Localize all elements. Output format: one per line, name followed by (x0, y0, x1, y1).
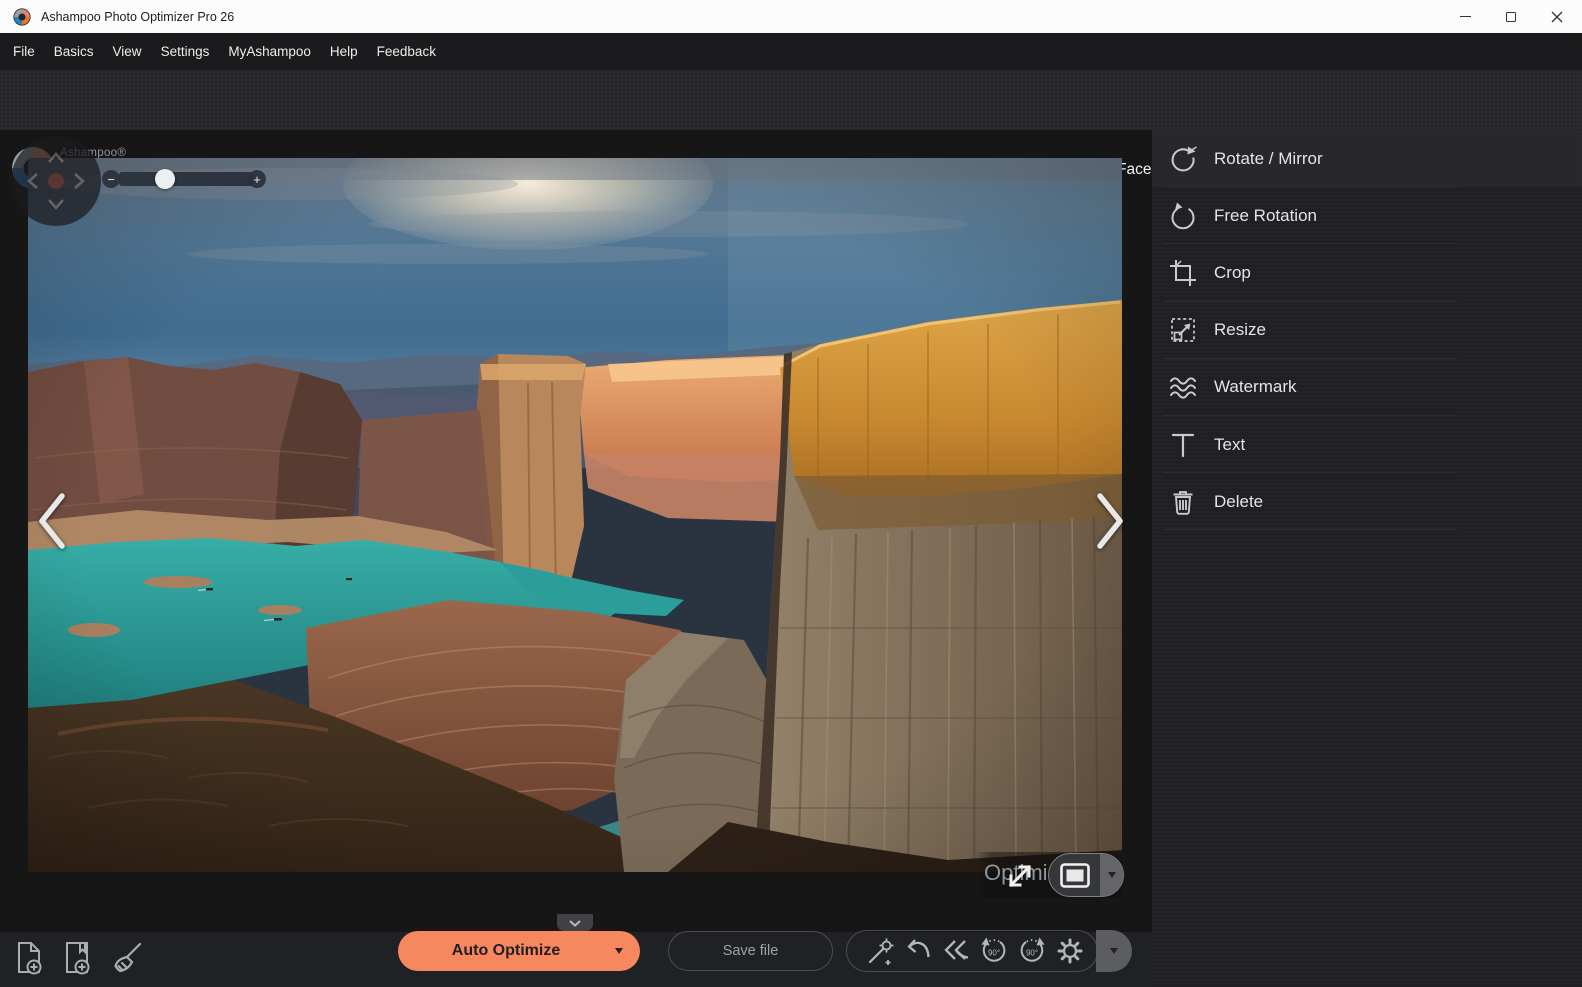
canyon-photo (28, 158, 1122, 872)
sidebar-item-free-rotation[interactable]: Free Rotation (1152, 187, 1582, 244)
sidebar-item-label: Rotate / Mirror (1214, 149, 1323, 169)
add-folder-button[interactable] (56, 935, 100, 981)
chevron-down-icon (568, 919, 582, 927)
compare-view-button[interactable] (1049, 854, 1100, 896)
sidebar-item-label: Text (1214, 435, 1245, 455)
tab-face[interactable]: Face (1117, 161, 1151, 179)
zoom-slider-track[interactable] (119, 172, 253, 186)
resize-icon (1167, 314, 1199, 346)
menu-view[interactable]: View (113, 44, 142, 59)
rotate-left-90-icon: 90° (978, 935, 1010, 967)
minimize-button[interactable] (1442, 0, 1488, 33)
zoom-in-label: + (253, 173, 261, 186)
app-header: Ashampoo® Photo Optimizer Pro 26 Favorit… (0, 70, 1582, 130)
sidebar-item-resize[interactable]: Resize (1152, 302, 1582, 359)
clean-list-button[interactable] (104, 935, 148, 981)
zoom-in-button[interactable]: + (248, 170, 266, 188)
add-file-button[interactable] (8, 935, 52, 981)
add-file-icon (12, 938, 48, 978)
sidebar-item-watermark[interactable]: Watermark (1152, 359, 1582, 416)
sidebar-item-label: Watermark (1214, 377, 1297, 397)
menu-feedback[interactable]: Feedback (377, 44, 436, 59)
undo-icon (903, 936, 933, 966)
menu-basics[interactable]: Basics (54, 44, 94, 59)
tools-sidebar: Rotate / Mirror Free Rotation Crop (1152, 130, 1582, 987)
edit-actions-group: 90° 90° (846, 930, 1098, 972)
sidebar-item-label: Delete (1214, 492, 1263, 512)
chevron-down-icon (1108, 872, 1116, 878)
app-window: Ashampoo Photo Optimizer Pro 26 File Bas… (0, 0, 1582, 987)
close-button[interactable] (1534, 0, 1580, 33)
minimize-icon (1460, 16, 1471, 17)
next-image-button[interactable] (1092, 492, 1126, 550)
undo-all-button[interactable] (937, 931, 975, 971)
pan-arrows-icon (11, 136, 101, 226)
sidebar-item-text[interactable]: Text (1152, 416, 1582, 473)
filmstrip-collapse-tab[interactable] (557, 914, 593, 931)
zoom-slider-thumb[interactable] (155, 169, 175, 189)
photo-canvas[interactable] (28, 158, 1122, 872)
chevron-right-icon (1092, 492, 1126, 550)
watermark-icon (1167, 371, 1199, 403)
magic-wand-button[interactable] (861, 931, 899, 971)
settings-button[interactable] (1051, 931, 1089, 971)
sidebar-item-label: Crop (1214, 263, 1251, 283)
previous-image-button[interactable] (36, 492, 70, 550)
chevron-down-icon (615, 948, 623, 954)
menu-file[interactable]: File (13, 44, 35, 59)
clean-list-icon (107, 939, 145, 977)
window-title: Ashampoo Photo Optimizer Pro 26 (41, 10, 234, 24)
crop-icon (1167, 257, 1199, 289)
maximize-button[interactable] (1488, 0, 1534, 33)
rotate-mirror-icon (1167, 143, 1199, 175)
compare-view-control (1048, 853, 1124, 897)
close-icon (1551, 11, 1563, 23)
settings-gear-icon (1054, 935, 1086, 967)
maximize-icon (1506, 12, 1516, 22)
zoom-out-label: − (107, 173, 115, 186)
rotate-right-90-button[interactable]: 90° (1013, 931, 1051, 971)
svg-text:90°: 90° (988, 949, 1000, 958)
undo-button[interactable] (899, 931, 937, 971)
sidebar-item-rotate-mirror[interactable]: Rotate / Mirror (1152, 130, 1582, 187)
save-file-label: Save file (723, 943, 779, 959)
expand-icon (1002, 858, 1038, 894)
menu-myashampoo[interactable]: MyAshampoo (228, 44, 311, 59)
menu-bar: File Basics View Settings MyAshampoo Hel… (0, 33, 1582, 70)
save-file-button[interactable]: Save file (668, 931, 833, 971)
auto-optimize-label: Auto Optimize (452, 942, 560, 960)
rotate-left-90-button[interactable]: 90° (975, 931, 1013, 971)
single-view-icon (1060, 863, 1090, 888)
title-bar: Ashampoo Photo Optimizer Pro 26 (0, 0, 1582, 33)
zoom-out-button[interactable]: − (102, 170, 120, 188)
sidebar-item-crop[interactable]: Crop (1152, 244, 1582, 301)
text-icon (1167, 429, 1199, 461)
fullscreen-button[interactable] (1002, 858, 1038, 894)
window-controls (1442, 0, 1580, 33)
add-folder-icon (60, 938, 96, 978)
rotate-right-90-icon: 90° (1016, 935, 1048, 967)
sidebar-item-label: Free Rotation (1214, 206, 1317, 226)
menu-settings[interactable]: Settings (161, 44, 210, 59)
pan-control[interactable] (11, 136, 101, 226)
delete-icon (1167, 486, 1199, 518)
sidebar-item-delete[interactable]: Delete (1152, 473, 1582, 530)
svg-text:90°: 90° (1026, 949, 1038, 958)
magic-wand-icon (865, 936, 895, 966)
app-logo-icon (13, 8, 31, 26)
menu-help[interactable]: Help (330, 44, 358, 59)
undo-all-icon (941, 936, 971, 966)
file-buttons (8, 935, 148, 981)
free-rotation-icon (1167, 200, 1199, 232)
chevron-left-icon (36, 492, 70, 550)
sidebar-item-label: Resize (1214, 320, 1266, 340)
chevron-down-icon (1110, 948, 1118, 954)
auto-optimize-button[interactable]: Auto Optimize (398, 931, 640, 971)
